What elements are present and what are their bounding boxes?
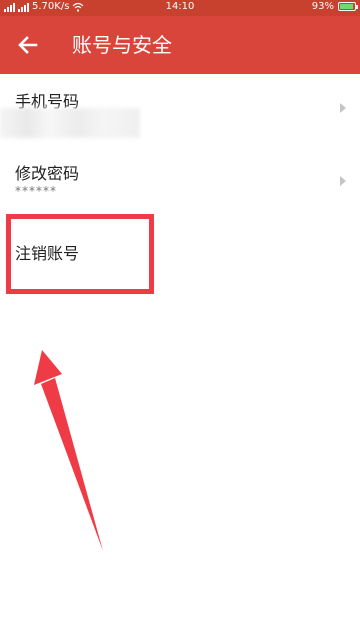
annotation-arrow-icon — [34, 350, 103, 551]
